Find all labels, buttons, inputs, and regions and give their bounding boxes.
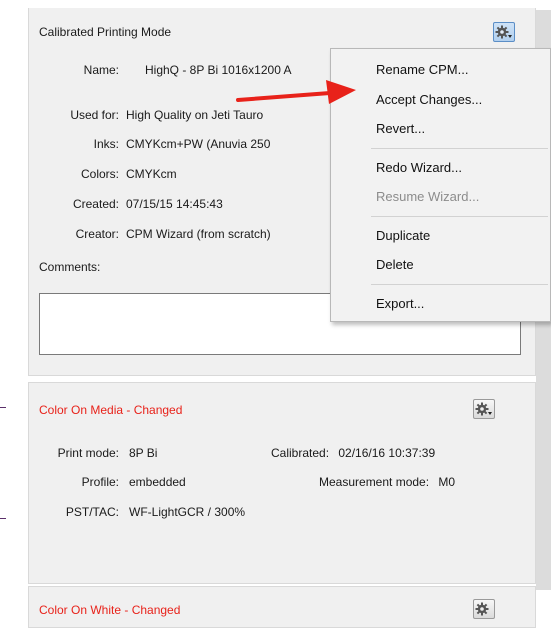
menu-item-accept-changes[interactable]: Accept Changes...: [376, 92, 482, 107]
gear-icon: [495, 25, 512, 39]
inks-value: CMYKcm+PW (Anuvia 250: [126, 137, 271, 151]
creator-label: Creator:: [75, 227, 119, 241]
cpm-context-menu: Rename CPM... Accept Changes... Revert..…: [330, 48, 551, 322]
used-for-value: High Quality on Jeti Tauro: [126, 108, 264, 122]
calibrated-label: Calibrated:: [271, 446, 330, 460]
cpm-section-title: Calibrated Printing Mode: [39, 25, 172, 39]
gear-icon: [475, 402, 492, 416]
menu-item-resume-wizard: Resume Wizard...: [376, 189, 480, 204]
menu-item-revert[interactable]: Revert...: [376, 121, 425, 136]
menu-separator: [371, 284, 548, 285]
gear-icon: [475, 602, 489, 616]
color-on-white-section: Color On White - Changed: [28, 586, 536, 628]
dropdown-arrow-icon: [508, 35, 512, 38]
colors-label: Colors:: [80, 167, 119, 181]
print-mode-label: Print mode:: [57, 446, 119, 460]
name-value: HighQ - 8P Bi 1016x1200 A: [145, 63, 292, 77]
pst-tac-label: PST/TAC:: [65, 505, 119, 519]
measurement-row: Measurement mode: M0: [319, 475, 455, 489]
menu-item-redo-wizard[interactable]: Redo Wizard...: [376, 160, 462, 175]
measurement-mode-value: M0: [438, 475, 456, 489]
pst-tac-value: WF-LightGCR / 300%: [129, 505, 246, 519]
comments-label: Comments:: [39, 260, 101, 274]
used-for-label: Used for:: [70, 108, 119, 122]
created-value: 07/15/15 14:45:43: [126, 197, 223, 211]
color-on-white-gear-button[interactable]: [473, 599, 495, 619]
color-on-white-title: Color On White - Changed: [39, 603, 181, 617]
print-mode-value: 8P Bi: [129, 446, 158, 460]
edge-marker: [0, 407, 6, 408]
profile-value: embedded: [129, 475, 186, 489]
colors-value: CMYKcm: [126, 167, 177, 181]
cpm-gear-menu-button[interactable]: [493, 22, 515, 42]
inks-label: Inks:: [93, 137, 119, 151]
name-label: Name:: [83, 63, 119, 77]
color-on-media-gear-button[interactable]: [473, 399, 495, 419]
creator-value: CPM Wizard (from scratch): [126, 227, 271, 241]
created-label: Created:: [72, 197, 119, 211]
menu-separator: [371, 148, 548, 149]
edge-marker: [0, 518, 6, 519]
calibrated-row: Calibrated: 02/16/16 10:37:39: [271, 446, 435, 460]
menu-item-export[interactable]: Export...: [376, 296, 424, 311]
profile-label: Profile:: [81, 475, 119, 489]
color-on-media-title: Color On Media - Changed: [39, 403, 183, 417]
dropdown-arrow-icon: [488, 412, 492, 415]
menu-item-duplicate[interactable]: Duplicate: [376, 228, 430, 243]
menu-separator: [371, 216, 548, 217]
calibrated-value: 02/16/16 10:37:39: [338, 446, 436, 460]
menu-item-rename-cpm[interactable]: Rename CPM...: [376, 62, 468, 77]
color-on-media-section: Color On Media - Changed Print mode: 8P …: [28, 382, 536, 584]
menu-item-delete[interactable]: Delete: [376, 257, 414, 272]
measurement-mode-label: Measurement mode:: [319, 475, 430, 489]
